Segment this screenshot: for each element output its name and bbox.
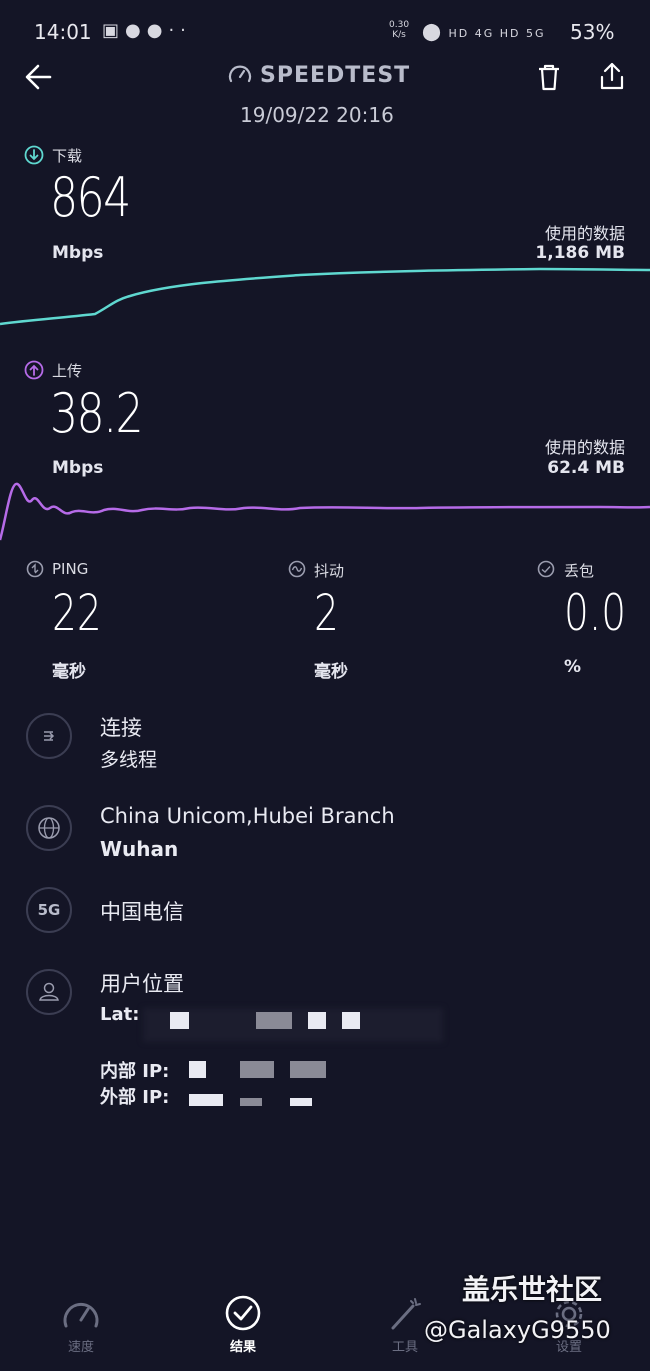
test-date: 19/09/22 20:16 bbox=[240, 103, 394, 127]
redaction-block bbox=[290, 1098, 312, 1106]
multi-thread-icon bbox=[44, 731, 55, 741]
packet-loss-value: 0.0 bbox=[564, 584, 627, 642]
globe-icon bbox=[38, 817, 60, 839]
upload-icon bbox=[24, 360, 44, 380]
nav-results[interactable]: 结果 bbox=[188, 1294, 298, 1355]
wand-icon bbox=[391, 1298, 421, 1330]
download-data-used-label: 使用的数据 bbox=[544, 224, 625, 243]
watermark-title: 盖乐世社区 bbox=[462, 1273, 603, 1306]
redaction-block bbox=[189, 1094, 223, 1106]
delete-icon[interactable] bbox=[536, 62, 562, 92]
upload-graph-line bbox=[0, 482, 650, 541]
user-icon bbox=[39, 982, 59, 1001]
status-bar: 14:01 ▣●●·· 0.30 K/s ⬤ HD 4G HD 5G 53% bbox=[0, 0, 650, 62]
more-icon: ·· bbox=[168, 20, 192, 41]
download-speed: 864 bbox=[50, 166, 131, 229]
server-icon-circle bbox=[26, 805, 72, 851]
jitter-unit: 毫秒 bbox=[314, 662, 348, 682]
check-circle-icon bbox=[225, 1295, 261, 1331]
download-icon bbox=[24, 145, 44, 165]
latitude-label: Lat: bbox=[100, 1004, 140, 1025]
packet-loss-label: 丢包 bbox=[564, 562, 595, 580]
redaction-block bbox=[240, 1098, 262, 1106]
image-icon: ▣ bbox=[102, 20, 126, 41]
ping-label: PING bbox=[52, 560, 89, 578]
back-arrow-icon[interactable] bbox=[24, 60, 54, 94]
ping-value: 22 bbox=[52, 584, 102, 642]
server-title: China Unicom,Hubei Branch bbox=[100, 804, 395, 828]
upload-data-used-label: 使用的数据 bbox=[544, 438, 625, 457]
redaction-block bbox=[170, 1012, 189, 1029]
upload-label: 上传 bbox=[52, 362, 83, 380]
app-title: SPEEDTEST bbox=[228, 63, 410, 88]
network-indicators: ⬤ HD 4G HD 5G bbox=[422, 22, 546, 42]
internal-ip-label: 内部 IP: bbox=[100, 1061, 170, 1082]
gauge-icon bbox=[63, 1303, 99, 1328]
redaction-block bbox=[240, 1061, 274, 1078]
connection-title: 连接 bbox=[100, 716, 142, 740]
connection-icon-circle bbox=[26, 713, 72, 759]
upload-unit: Mbps bbox=[52, 458, 104, 478]
nav-speed-label: 速度 bbox=[67, 1340, 94, 1355]
redaction-block bbox=[189, 1061, 206, 1078]
packet-loss-unit: % bbox=[564, 657, 582, 677]
download-graph bbox=[0, 267, 650, 326]
location-title: 用户位置 bbox=[100, 972, 184, 996]
status-time: 14:01 bbox=[34, 20, 92, 44]
external-ip-label: 外部 IP: bbox=[100, 1087, 170, 1108]
location-icon: ⬤ bbox=[422, 22, 444, 42]
notification-icons: ▣●●·· bbox=[102, 20, 192, 41]
carrier-icon-circle: 5G bbox=[26, 887, 72, 933]
bag-icon: ● bbox=[125, 20, 147, 41]
carrier-name: 中国电信 bbox=[100, 900, 184, 924]
ping-icon bbox=[26, 560, 44, 578]
ping-unit: 毫秒 bbox=[52, 662, 86, 682]
jitter-label: 抖动 bbox=[314, 562, 345, 580]
redaction-block bbox=[308, 1012, 326, 1029]
upload-data-used: 62.4 MB bbox=[547, 458, 625, 478]
download-label: 下载 bbox=[52, 147, 83, 165]
5g-icon: 5G bbox=[37, 901, 61, 919]
share-icon[interactable] bbox=[598, 60, 626, 92]
nav-results-label: 结果 bbox=[229, 1340, 256, 1355]
redaction-block bbox=[290, 1061, 326, 1078]
watermark-handle: @GalaxyG9550 bbox=[424, 1316, 611, 1344]
jitter-value: 2 bbox=[314, 584, 339, 642]
battery-level: 53% bbox=[570, 20, 615, 44]
upload-speed: 38.2 bbox=[50, 382, 144, 445]
redaction-block bbox=[342, 1012, 360, 1029]
redaction-block bbox=[256, 1012, 292, 1029]
jitter-icon bbox=[288, 560, 306, 578]
speedtest-gauge-icon bbox=[228, 65, 252, 83]
nav-speed[interactable]: 速度 bbox=[26, 1296, 136, 1355]
user-icon-circle bbox=[26, 969, 72, 1015]
packet-loss-icon bbox=[537, 560, 555, 578]
upload-graph bbox=[0, 482, 650, 541]
bag-icon-2: ● bbox=[146, 20, 169, 41]
download-graph-line bbox=[0, 267, 650, 326]
net-speed: 0.30 K/s bbox=[389, 20, 410, 40]
download-data-used: 1,186 MB bbox=[535, 243, 625, 263]
connection-value: 多线程 bbox=[100, 749, 158, 771]
download-unit: Mbps bbox=[52, 243, 104, 263]
server-location: Wuhan bbox=[100, 837, 179, 861]
